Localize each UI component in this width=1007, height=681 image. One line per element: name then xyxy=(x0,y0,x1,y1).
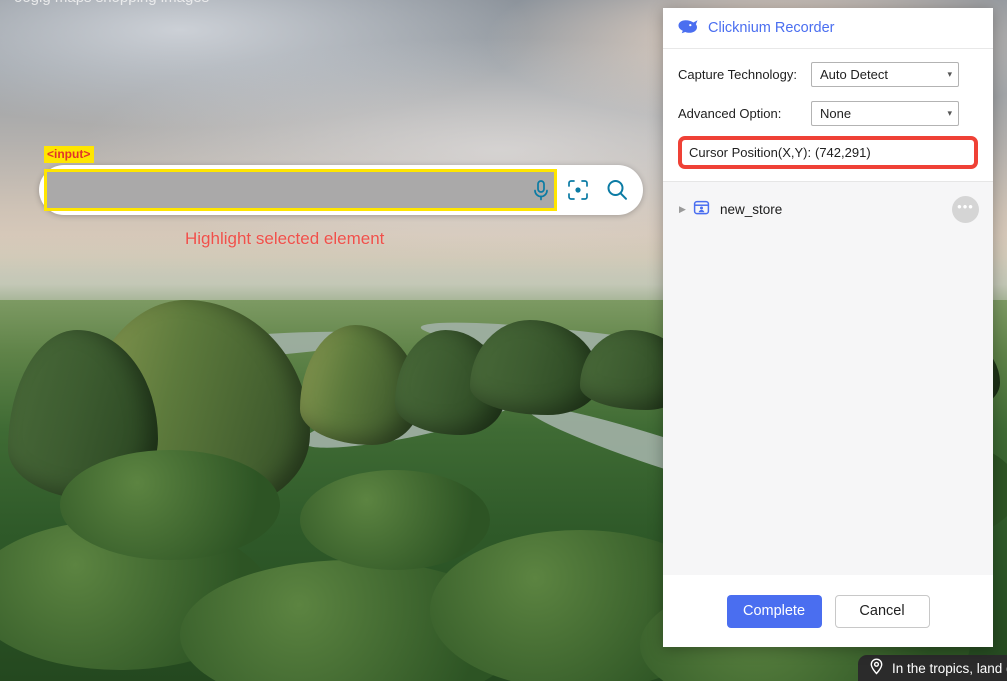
location-info-bar[interactable]: In the tropics, land gr xyxy=(858,655,1007,681)
more-options-button[interactable]: ••• xyxy=(952,195,979,223)
panel-footer: Complete Cancel xyxy=(663,575,993,647)
forest-canopy xyxy=(60,450,280,560)
location-pin-icon xyxy=(869,658,884,678)
element-tree: ▶ new_store ••• xyxy=(663,181,993,575)
advanced-option-row: Advanced Option: None ▾ xyxy=(678,97,978,129)
cursor-position-label: Cursor Position(X,Y): xyxy=(689,145,812,160)
capture-technology-select[interactable]: Auto Detect ▾ xyxy=(811,61,959,87)
store-icon xyxy=(693,199,710,219)
search-bar-icons xyxy=(531,165,629,215)
complete-button[interactable]: Complete xyxy=(726,594,822,628)
search-bar[interactable] xyxy=(39,165,643,215)
expand-arrow-icon[interactable]: ▶ xyxy=(679,204,693,215)
cursor-position-row: Cursor Position(X,Y): (742,291) xyxy=(678,136,978,169)
forest-canopy xyxy=(300,470,490,570)
capture-technology-value: Auto Detect xyxy=(820,66,888,82)
microphone-icon[interactable] xyxy=(531,178,551,202)
cancel-button[interactable]: Cancel xyxy=(834,594,930,628)
advanced-option-label: Advanced Option: xyxy=(678,105,782,121)
input-element-tag-badge: <input> xyxy=(44,146,95,163)
chevron-down-icon: ▾ xyxy=(947,68,952,79)
lens-icon[interactable] xyxy=(567,179,589,201)
advanced-option-value: None xyxy=(820,105,852,121)
panel-title: Clicknium Recorder xyxy=(708,20,835,36)
search-input[interactable] xyxy=(44,169,557,211)
highlight-annotation-label: Highlight selected element xyxy=(185,229,385,248)
cursor-position-value: (742,291) xyxy=(815,145,871,160)
location-info-text: In the tropics, land gr xyxy=(892,660,1007,676)
panel-form: Capture Technology: Auto Detect ▾ Advanc… xyxy=(663,49,993,181)
advanced-option-select[interactable]: None ▾ xyxy=(811,100,959,126)
capture-technology-row: Capture Technology: Auto Detect ▾ xyxy=(678,58,978,90)
tree-item-label: new_store xyxy=(720,201,783,217)
chevron-down-icon: ▾ xyxy=(947,107,952,118)
capture-technology-label: Capture Technology: xyxy=(678,66,798,82)
tree-item-new-store[interactable]: ▶ new_store ••• xyxy=(663,194,993,224)
cut-off-nav-label: ooglg maps shopping images xyxy=(14,0,1007,6)
panel-header: Clicknium Recorder xyxy=(663,8,993,49)
clicknium-logo-icon xyxy=(677,18,699,38)
search-icon[interactable] xyxy=(605,178,629,202)
clicknium-recorder-panel: Clicknium Recorder Capture Technology: A… xyxy=(663,8,993,647)
